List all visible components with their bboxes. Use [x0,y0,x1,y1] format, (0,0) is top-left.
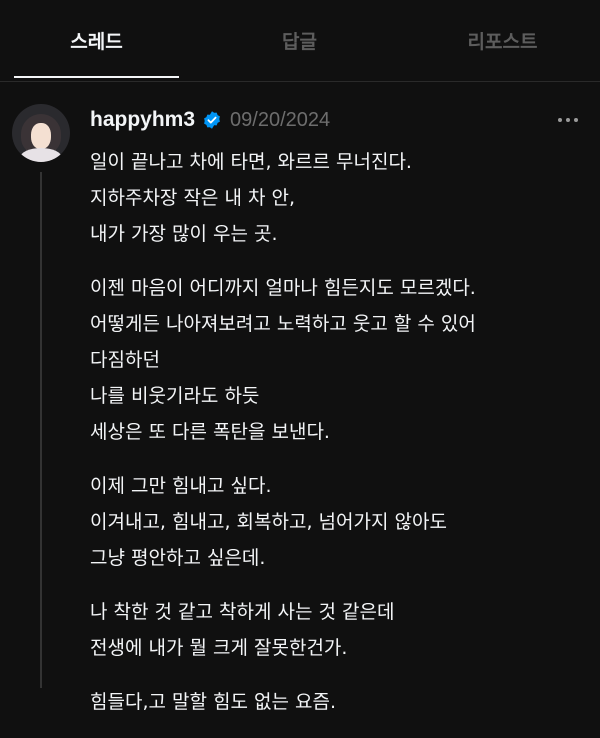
post-line: 이제 그만 힘내고 싶다. [90,475,272,497]
more-horizontal-icon[interactable] [548,108,588,132]
username[interactable]: happyhm3 [90,108,195,132]
tab-replies[interactable]: 답글 [212,0,387,80]
post-line: 전생에 내가 뭘 크게 잘못한건가. [90,637,348,659]
post-line: 다짐하던 [90,349,160,371]
post-paragraph: 힘들다,고 말할 힘도 없는 요즘. [90,684,590,720]
post-date: 09/20/2024 [230,108,331,131]
post-line: 이겨내고, 힘내고, 회복하고, 넘어가지 않아도 [90,511,447,533]
post-line: 나를 비웃기라도 하듯 [90,385,260,407]
post-line: 일이 끝나고 차에 타면, 와르르 무너진다. [90,151,412,173]
post-line: 세상은 또 다른 폭탄을 보낸다. [90,421,330,443]
tabs-divider [0,81,600,82]
more-dot [566,118,570,122]
avatar[interactable] [12,104,70,162]
post-paragraph: 일이 끝나고 차에 타면, 와르르 무너진다. 지하주차장 작은 내 차 안, … [90,144,590,252]
post-line: 나 착한 것 같고 착하게 사는 것 같은데 [90,601,395,623]
post-header: happyhm3 09/20/2024 [90,104,330,136]
post-body: 일이 끝나고 차에 타면, 와르르 무너진다. 지하주차장 작은 내 차 안, … [90,144,590,738]
post-line: 내가 가장 많이 우는 곳. [90,223,278,245]
post-line: 그냥 평안하고 싶은데. [90,547,266,569]
post-line: 지하주차장 작은 내 차 안, [90,187,295,209]
avatar-body [20,148,62,162]
profile-tabs: 스레드 답글 리포스트 [0,0,600,80]
post-paragraph: 이젠 마음이 어디까지 얼마나 힘든지도 모르겠다. 어떻게든 나아져보려고 노… [90,270,590,450]
tab-reposts[interactable]: 리포스트 [415,0,590,80]
avatar-face [31,123,51,149]
post-line: 이젠 마음이 어디까지 얼마나 힘든지도 모르겠다. [90,277,476,299]
more-dot [574,118,578,122]
post-paragraph: 나 착한 것 같고 착하게 사는 것 같은데 전생에 내가 뭘 크게 잘못한건가… [90,594,590,666]
more-dot [558,118,562,122]
thread-line [40,172,42,688]
verified-badge-icon [202,110,222,130]
post-paragraph: 이제 그만 힘내고 싶다. 이겨내고, 힘내고, 회복하고, 넘어가지 않아도 … [90,468,590,576]
post-line: 어떻게든 나아져보려고 노력하고 웃고 할 수 있어 [90,313,476,335]
post-line: 힘들다,고 말할 힘도 없는 요즘. [90,691,336,713]
tab-threads[interactable]: 스레드 [14,0,179,80]
